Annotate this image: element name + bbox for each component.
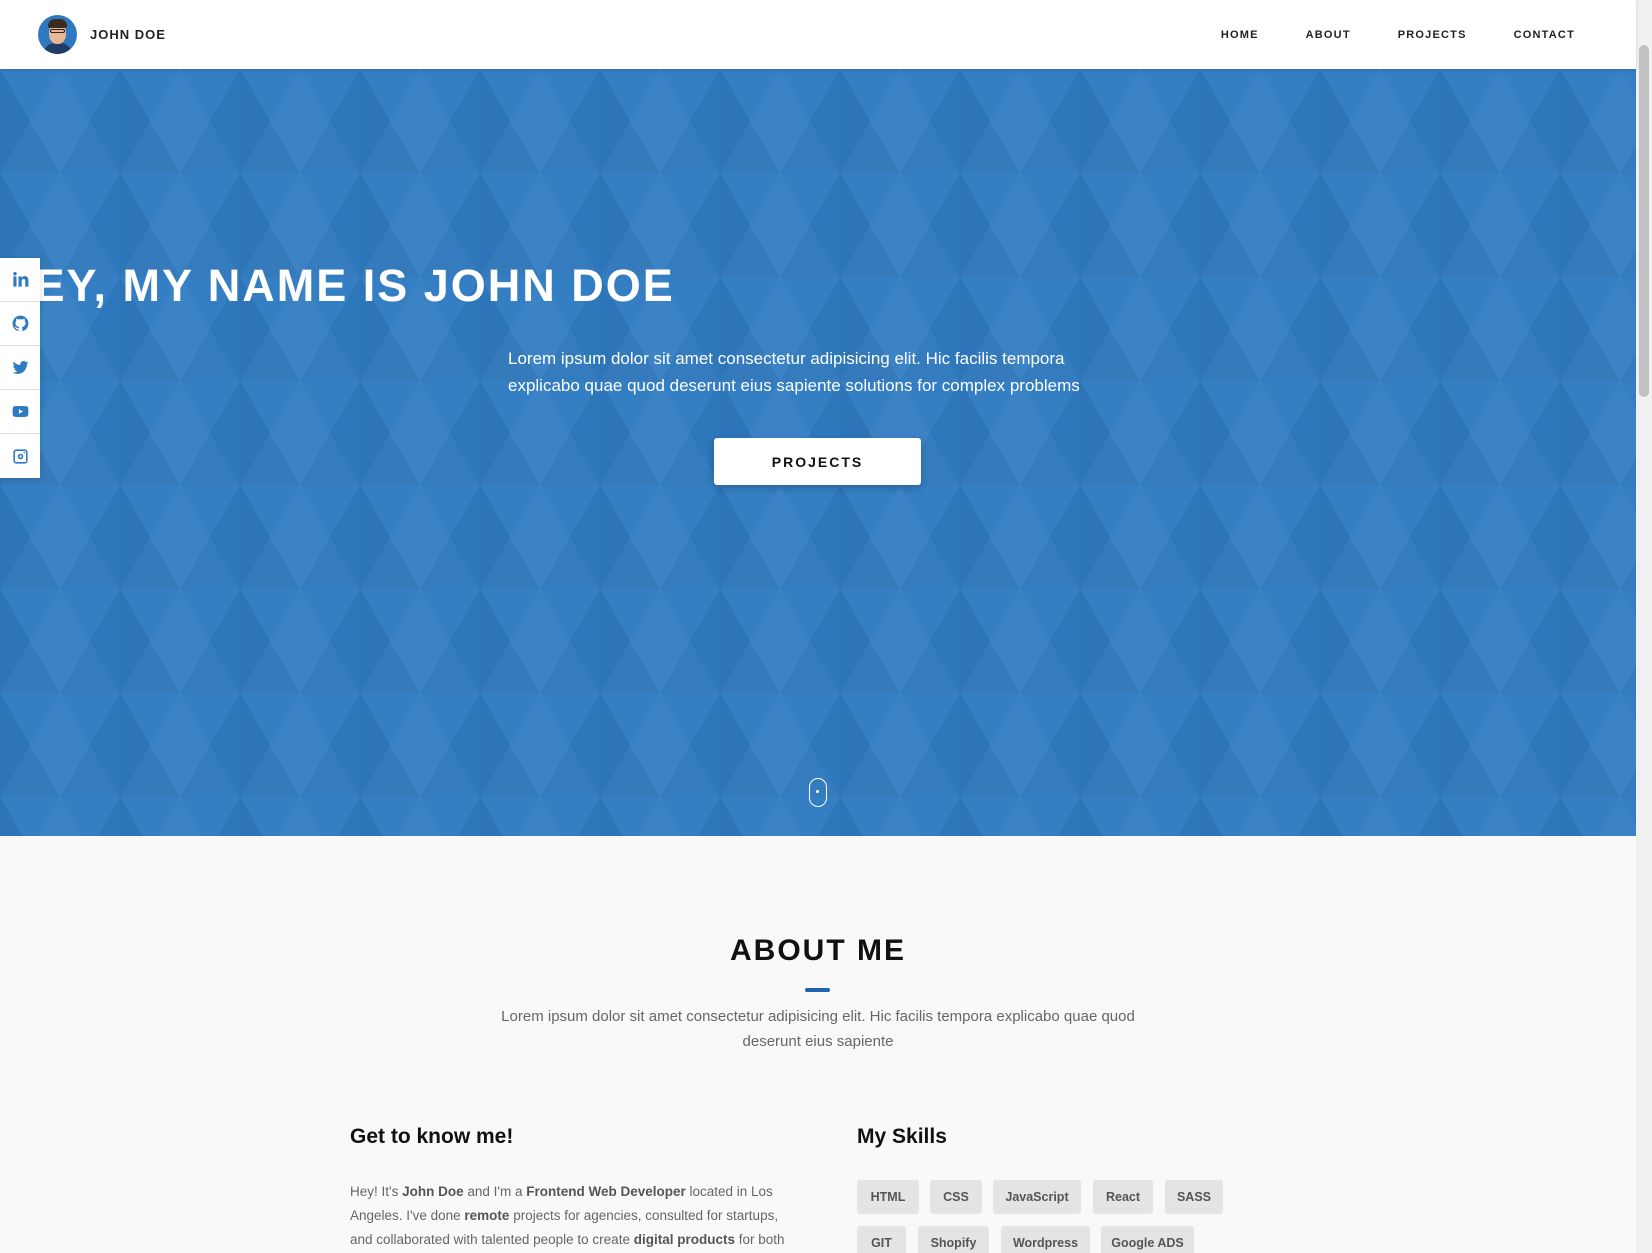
hero-section: HEY, MY NAME IS JOHN DOE Lorem ipsum dol… <box>0 69 1636 836</box>
about-title-underline <box>805 988 830 992</box>
youtube-icon <box>12 405 28 418</box>
skill-tag: Wordpress <box>1001 1226 1090 1253</box>
instagram-link[interactable] <box>0 434 40 478</box>
skill-tag: GIT <box>857 1226 906 1253</box>
about-title: ABOUT ME <box>730 934 906 967</box>
twitter-link[interactable] <box>0 346 40 390</box>
main-nav: HOME ABOUT PROJECTS CONTACT <box>1174 0 1575 69</box>
skill-tag: CSS <box>930 1180 982 1214</box>
youtube-link[interactable] <box>0 390 40 434</box>
know-me-text: Hey! It's John Doe and I'm a Frontend We… <box>350 1184 785 1247</box>
nav-projects[interactable]: PROJECTS <box>1398 29 1467 41</box>
twitter-icon <box>12 361 28 374</box>
hero-subtitle: Lorem ipsum dolor sit amet consectetur a… <box>508 349 1080 395</box>
skill-tag: Google ADS <box>1101 1226 1194 1253</box>
social-sidebar <box>0 258 40 478</box>
skill-tag: HTML <box>857 1180 919 1214</box>
skill-tag: SASS <box>1165 1180 1223 1214</box>
hero-title: HEY, MY NAME IS JOHN DOE <box>0 260 675 311</box>
about-subtitle: Lorem ipsum dolor sit amet consectetur a… <box>501 1008 1135 1050</box>
linkedin-link[interactable] <box>0 258 40 302</box>
linkedin-icon <box>12 271 28 287</box>
skill-tag: JavaScript <box>993 1180 1081 1214</box>
brand-link[interactable]: JOHN DOE <box>38 15 166 54</box>
skill-tag: React <box>1093 1180 1153 1214</box>
scrollbar-thumb[interactable] <box>1639 45 1649 397</box>
scroll-down-icon[interactable] <box>809 778 827 807</box>
nav-contact[interactable]: CONTACT <box>1514 29 1575 41</box>
know-me-title: Get to know me! <box>350 1125 514 1148</box>
github-icon <box>12 315 28 332</box>
site-header: JOHN DOE HOME ABOUT PROJECTS CONTACT <box>0 0 1636 69</box>
skill-tag: Shopify <box>918 1226 989 1253</box>
nav-about[interactable]: ABOUT <box>1306 29 1351 41</box>
avatar <box>38 15 77 54</box>
github-link[interactable] <box>0 302 40 346</box>
brand-name: JOHN DOE <box>90 27 166 42</box>
page-scrollbar[interactable] <box>1636 0 1652 1253</box>
projects-button[interactable]: PROJECTS <box>714 438 921 485</box>
instagram-icon <box>12 448 28 464</box>
nav-home[interactable]: HOME <box>1221 29 1259 41</box>
skills-title: My Skills <box>857 1125 947 1148</box>
